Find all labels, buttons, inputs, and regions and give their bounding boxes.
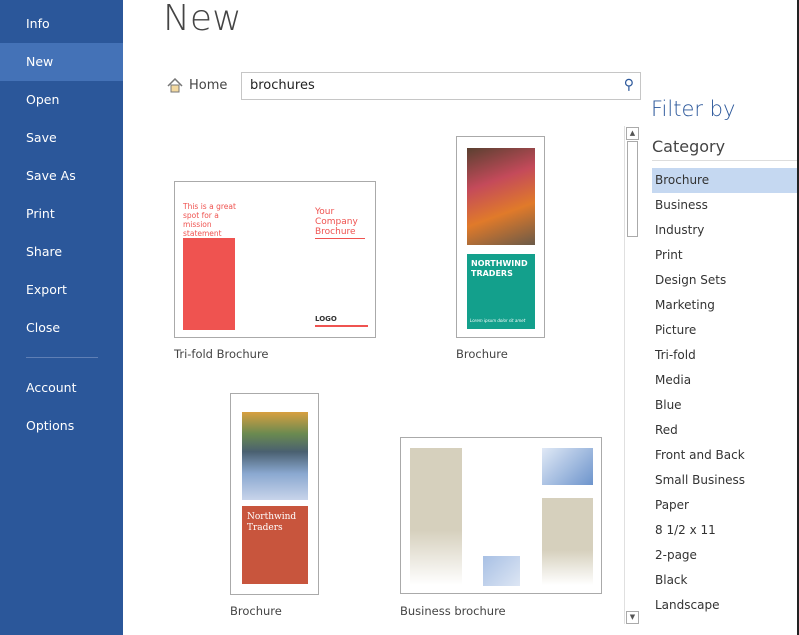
search-value: brochures — [250, 78, 315, 93]
thumb-bar — [315, 325, 368, 327]
template-caption[interactable]: Brochure — [230, 604, 282, 618]
category-divider — [652, 160, 799, 161]
backstage-sidebar: Info New Open Save Save As Print Share E… — [0, 0, 123, 635]
category-item[interactable]: Business — [652, 193, 799, 218]
thumb-beige-panel-right — [542, 498, 593, 585]
thumb-teal-panel: NORTHWIND TRADERS Lorem ipsum dolor sit … — [467, 254, 535, 329]
thumb-flowers-image — [467, 148, 535, 245]
category-item[interactable]: Print — [652, 243, 799, 268]
page-title: New — [163, 0, 242, 39]
thumb-boats-image — [242, 412, 308, 500]
category-item[interactable]: Black — [652, 568, 799, 593]
scroll-up-arrow[interactable]: ▲ — [626, 127, 639, 140]
thumb-blue-box — [483, 556, 520, 586]
thumb-name: NORTHWIND TRADERS — [471, 259, 528, 278]
thumb-mission-text: This is a great spot for a mission state… — [183, 202, 236, 238]
house-icon — [167, 78, 183, 93]
thumb-tagline: Lorem ipsum dolor sit amet — [470, 318, 526, 323]
category-item[interactable]: Marketing — [652, 293, 799, 318]
thumb-logo: LOGO — [315, 315, 337, 323]
category-item[interactable]: Tri-fold — [652, 343, 799, 368]
thumb-beige-panel — [410, 448, 462, 585]
nav-open[interactable]: Open — [0, 81, 123, 119]
category-item[interactable]: Small Business — [652, 468, 799, 493]
home-link[interactable]: Home — [167, 78, 227, 93]
template-thumb-trifold[interactable]: This is a great spot for a mission state… — [174, 181, 376, 338]
category-item[interactable]: Landscape — [652, 593, 799, 618]
category-item[interactable]: Front and Back — [652, 443, 799, 468]
category-item[interactable]: 2-page — [652, 543, 799, 568]
home-label: Home — [189, 78, 228, 93]
nav-print[interactable]: Print — [0, 195, 123, 233]
template-caption[interactable]: Brochure — [456, 347, 508, 361]
category-item[interactable]: Media — [652, 368, 799, 393]
thumb-blue-image — [542, 448, 593, 485]
category-item[interactable]: Industry — [652, 218, 799, 243]
category-item[interactable]: Picture — [652, 318, 799, 343]
thumb-rust-panel: Northwind Traders — [242, 506, 308, 584]
templates-scrollbar[interactable]: ▲ ▼ — [624, 126, 639, 624]
nav-share[interactable]: Share — [0, 233, 123, 271]
category-item[interactable]: Paper — [652, 493, 799, 518]
nav-close[interactable]: Close — [0, 309, 123, 347]
scroll-down-arrow[interactable]: ▼ — [626, 611, 639, 624]
nav-new[interactable]: New — [0, 43, 123, 81]
category-item[interactable]: Blue — [652, 393, 799, 418]
category-list: Brochure Business Industry Print Design Sets… — [652, 168, 799, 618]
template-thumb-brochure-rust[interactable]: Northwind Traders — [230, 393, 319, 595]
thumb-rule — [315, 238, 365, 239]
search-input[interactable]: brochures ⚲ — [241, 72, 641, 100]
category-item[interactable]: Brochure — [652, 168, 799, 193]
sidebar-divider — [26, 357, 98, 358]
template-caption[interactable]: Tri-fold Brochure — [174, 347, 269, 361]
category-item[interactable]: 8 1/2 x 11 — [652, 518, 799, 543]
template-thumb-business[interactable] — [400, 437, 602, 594]
category-heading: Category — [652, 137, 726, 156]
scroll-thumb[interactable] — [627, 141, 638, 237]
nav-save-as[interactable]: Save As — [0, 157, 123, 195]
nav-options[interactable]: Options — [0, 407, 123, 445]
template-caption[interactable]: Business brochure — [400, 604, 506, 618]
nav-info[interactable]: Info — [0, 5, 123, 43]
nav-export[interactable]: Export — [0, 271, 123, 309]
nav-account[interactable]: Account — [0, 369, 123, 407]
template-thumb-brochure-teal[interactable]: NORTHWIND TRADERS Lorem ipsum dolor sit … — [456, 136, 545, 338]
thumb-company-text: Your Company Brochure — [315, 207, 358, 237]
magnifier-icon[interactable]: ⚲ — [624, 77, 634, 93]
category-item[interactable]: Design Sets — [652, 268, 799, 293]
filter-title: Filter by — [651, 97, 736, 121]
thumb-red-panel — [183, 238, 235, 330]
category-item[interactable]: Red — [652, 418, 799, 443]
nav-save[interactable]: Save — [0, 119, 123, 157]
